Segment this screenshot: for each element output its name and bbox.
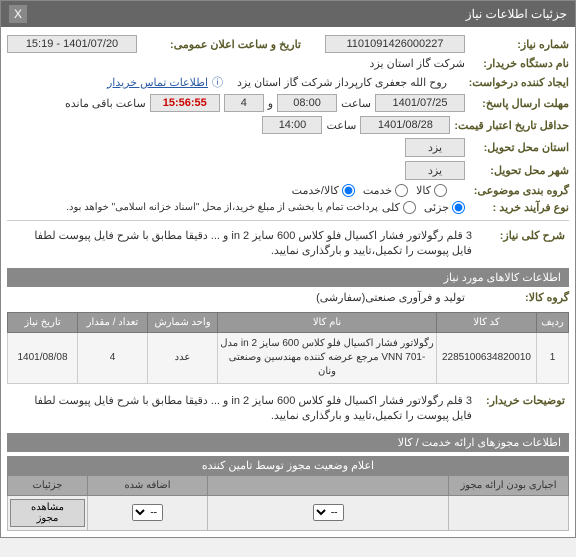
buyer-org-value: شرکت گاز استان یزد bbox=[370, 57, 465, 70]
buyer-notes-text: 3 قلم رگولاتور فشار اکسیال فلو کلاس 600 … bbox=[18, 394, 472, 425]
radio-kala[interactable]: کالا bbox=[416, 184, 447, 197]
dialog-window: جزئیات اطلاعات نیاز X شماره نیاز: 110109… bbox=[0, 0, 576, 538]
dialog-title: جزئیات اطلاعات نیاز bbox=[466, 7, 567, 21]
cell-mandatory bbox=[449, 495, 569, 530]
buyer-notes-block: توضیحات خریدار: 3 قلم رگولاتور فشار اکسی… bbox=[7, 390, 569, 429]
approval-select[interactable]: -- bbox=[313, 504, 344, 521]
need-summary-block: شرح کلی نیاز: 3 قلم رگولاتور فشار اکسیال… bbox=[7, 225, 569, 264]
buyer-contact-link[interactable]: اطلاعات تماس خریدار bbox=[107, 76, 208, 89]
main-content: شماره نیاز: 1101091426000227 تاریخ و ساع… bbox=[1, 27, 575, 537]
col-unit: واحد شمارش bbox=[148, 312, 218, 332]
requester-label: ایجاد کننده درخواست: bbox=[451, 76, 569, 89]
cell-date: 1401/08/08 bbox=[8, 332, 78, 383]
need-no-value: 1101091426000227 bbox=[325, 35, 465, 53]
time-label-2: ساعت bbox=[326, 119, 356, 132]
cell-details: مشاهده مجوز bbox=[8, 495, 88, 530]
remain-days: 4 bbox=[224, 94, 264, 112]
buyer-notes-label: توضیحات خریدار: bbox=[475, 394, 565, 407]
cell-qty: 4 bbox=[78, 332, 148, 383]
goods-group-value: تولید و فرآوری صنعتی(سفارشی) bbox=[316, 291, 465, 304]
radio-service-input[interactable] bbox=[395, 184, 408, 197]
cell-code: 2285100634820010 bbox=[437, 332, 537, 383]
min-valid-time: 14:00 bbox=[262, 116, 322, 134]
radio-full-input[interactable] bbox=[403, 201, 416, 214]
announce-date-value: 1401/07/20 - 15:19 bbox=[7, 35, 137, 53]
table-row: 1 2285100634820010 رگولاتور فشار اکسیال … bbox=[8, 332, 569, 383]
col-code: کد کالا bbox=[437, 312, 537, 332]
radio-partial[interactable]: جزئی bbox=[424, 201, 465, 214]
radio-kala-service-input[interactable] bbox=[342, 184, 355, 197]
goods-group-label: گروه کالا: bbox=[469, 291, 569, 304]
radio-kala-input[interactable] bbox=[434, 184, 447, 197]
approval-row: -- -- مشاهده مجوز bbox=[8, 495, 569, 530]
items-section-header: اطلاعات کالاهای مورد نیاز bbox=[7, 268, 569, 287]
col-name: نام کالا bbox=[218, 312, 437, 332]
view-approval-button[interactable]: مشاهده مجوز bbox=[10, 499, 85, 527]
reply-date-value: 1401/07/25 bbox=[375, 94, 465, 112]
buyer-org-label: نام دستگاه خریدار: bbox=[469, 57, 569, 70]
need-summary-label: شرح کلی نیاز: bbox=[475, 229, 565, 242]
job-city-value: یزد bbox=[405, 161, 465, 180]
reply-deadline-label: مهلت ارسال پاسخ: bbox=[469, 97, 569, 110]
col-select bbox=[208, 475, 449, 495]
col-details: جزئیات bbox=[8, 475, 88, 495]
purchase-note: پرداخت تمام یا بخشی از مبلغ خرید،از محل … bbox=[66, 202, 378, 213]
cell-added: -- bbox=[88, 495, 208, 530]
info-icon: ⓘ bbox=[212, 74, 223, 90]
col-mandatory: اجباری بودن ارائه مجوز bbox=[449, 475, 569, 495]
need-no-label: شماره نیاز: bbox=[469, 38, 569, 51]
col-qty: تعداد / مقدار bbox=[78, 312, 148, 332]
approvals-section-header: اطلاعات مجوزهای ارائه خدمت / کالا bbox=[7, 433, 569, 452]
time-label: ساعت bbox=[341, 97, 371, 110]
purchase-type-group: جزئی کلی bbox=[382, 201, 465, 214]
added-select[interactable]: -- bbox=[132, 504, 163, 521]
approval-sub-header: اعلام وضعیت مجوز توسط تامین کننده bbox=[7, 456, 569, 475]
remain-suffix: ساعت باقی مانده bbox=[65, 97, 146, 110]
radio-partial-input[interactable] bbox=[452, 201, 465, 214]
min-valid-label: حداقل تاریخ اعتبار قیمت: bbox=[454, 119, 569, 132]
and-label: و bbox=[268, 97, 273, 110]
subject-radio-group: کالا خدمت کالا/خدمت bbox=[292, 184, 447, 197]
dialog-header: جزئیات اطلاعات نیاز X bbox=[1, 1, 575, 27]
col-added: اضافه شده bbox=[88, 475, 208, 495]
requester-value: روح الله جعفری کارپرداز شرکت گاز استان ی… bbox=[237, 76, 447, 89]
cell-name: رگولاتور فشار اکسیال فلو کلاس 600 سایز 2… bbox=[218, 332, 437, 383]
announce-date-label: تاریخ و ساعت اعلان عمومی: bbox=[141, 38, 301, 51]
countdown-timer: 15:56:55 bbox=[150, 94, 220, 112]
col-date: تاریخ نیاز bbox=[8, 312, 78, 332]
job-province-label: استان محل تحویل: bbox=[469, 141, 569, 154]
cell-row: 1 bbox=[537, 332, 569, 383]
approval-table: اجباری بودن ارائه مجوز اضافه شده جزئیات … bbox=[7, 475, 569, 531]
job-city-label: شهر محل تحویل: bbox=[469, 164, 569, 177]
purchase-type-label: نوع فرآیند خرید : bbox=[469, 201, 569, 214]
min-valid-date: 1401/08/28 bbox=[360, 116, 450, 134]
radio-service[interactable]: خدمت bbox=[363, 184, 408, 197]
radio-kala-service[interactable]: کالا/خدمت bbox=[292, 184, 355, 197]
need-summary-text: 3 قلم رگولاتور فشار اکسیال فلو کلاس 600 … bbox=[18, 229, 472, 260]
col-row: ردیف bbox=[537, 312, 569, 332]
reply-time-value: 08:00 bbox=[277, 94, 337, 112]
items-table: ردیف کد کالا نام کالا واحد شمارش تعداد /… bbox=[7, 312, 569, 384]
radio-full[interactable]: کلی bbox=[382, 201, 416, 214]
subject-group-label: گروه بندی موضوعی: bbox=[451, 184, 569, 197]
cell-select: -- bbox=[208, 495, 449, 530]
close-button[interactable]: X bbox=[9, 5, 27, 23]
job-province-value: یزد bbox=[405, 138, 465, 157]
cell-unit: عدد bbox=[148, 332, 218, 383]
